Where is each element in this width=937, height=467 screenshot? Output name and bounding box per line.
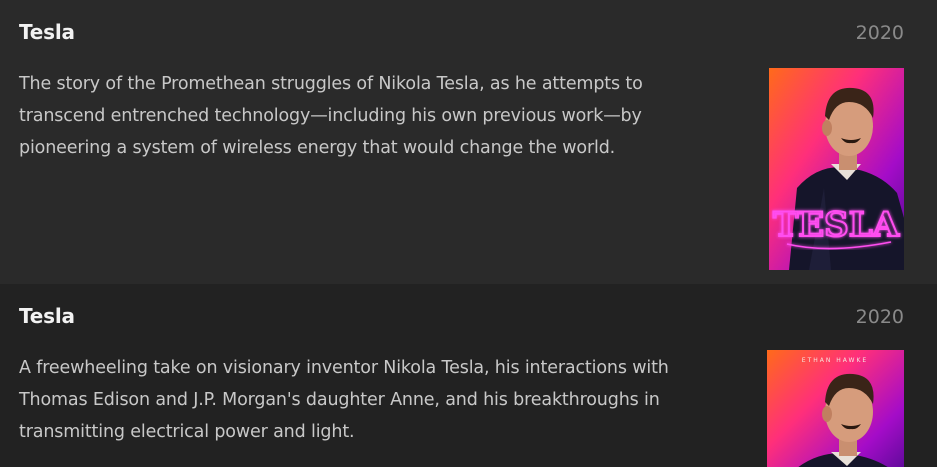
- result-item[interactable]: Tesla 2020 A freewheeling take on vision…: [0, 284, 937, 467]
- poster-logo-text: TESLA: [773, 205, 900, 245]
- result-year: 2020: [855, 22, 904, 44]
- result-overview: A freewheeling take on visionary invento…: [19, 358, 669, 442]
- result-title[interactable]: Tesla: [19, 304, 75, 328]
- movie-poster[interactable]: ETHAN HAWKE: [767, 350, 904, 467]
- result-item[interactable]: Tesla 2020 The story of the Promethean s…: [0, 0, 937, 284]
- movie-poster[interactable]: TESLA: [769, 68, 904, 270]
- poster-credit-text: ETHAN HAWKE: [802, 357, 868, 364]
- result-title[interactable]: Tesla: [19, 20, 75, 44]
- result-overview: The story of the Promethean struggles of…: [19, 74, 643, 158]
- search-results-list: Tesla 2020 The story of the Promethean s…: [0, 0, 937, 467]
- result-year: 2020: [855, 306, 904, 328]
